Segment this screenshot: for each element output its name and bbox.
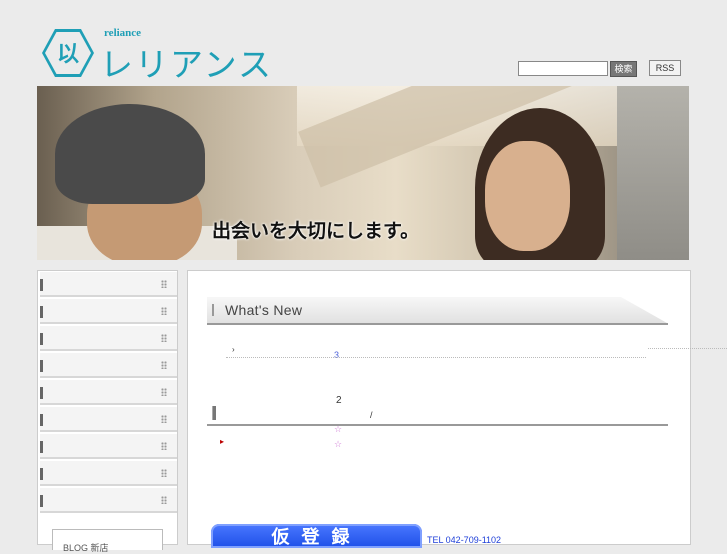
sidebar-item[interactable]: [40, 461, 177, 486]
hero-banner: 出会いを大切にします。: [37, 86, 689, 260]
logo-glyph: 以: [56, 41, 79, 67]
header-bar-icon: [212, 304, 214, 316]
sidebar-bar-icon: [40, 279, 43, 291]
grip-dots-icon: [161, 280, 167, 288]
sidebar-bar-icon: [40, 495, 43, 507]
search-input[interactable]: [518, 61, 608, 76]
sidebar-bar-icon: [40, 306, 43, 318]
whats-new-title: What's New: [225, 302, 303, 318]
logo-kana: レリアンス: [100, 45, 274, 84]
main-content: What's New › 3 2 / ▸ ☆ ☆ 仮登録 TEL 042-709…: [187, 270, 691, 548]
grip-dots-icon: [161, 496, 167, 504]
grip-dots-icon: [161, 334, 167, 342]
sidebar-bar-icon: [40, 360, 43, 372]
search-button[interactable]: 検索: [610, 61, 637, 77]
sidebar-bar-icon: [40, 387, 43, 399]
news-link-number[interactable]: 3: [334, 350, 339, 360]
sidebar-bar-icon: [40, 441, 43, 453]
sidebar-item[interactable]: [40, 272, 177, 297]
grip-dots-icon: [161, 415, 167, 423]
register-button[interactable]: 仮登録: [211, 524, 422, 548]
grip-dots-icon: [161, 388, 167, 396]
star-icon: ☆: [334, 424, 343, 434]
site-logo[interactable]: 以 reliance レリアンス: [42, 27, 271, 84]
rss-button[interactable]: RSS: [649, 60, 681, 76]
divider: [207, 323, 668, 325]
news-number: 2: [336, 395, 342, 406]
grip-dots-icon: [161, 361, 167, 369]
sidebar-bar-icon: [40, 333, 43, 345]
section-bar-icon: [212, 406, 216, 420]
sidebar-bar-icon: [40, 414, 43, 426]
sidebar-item[interactable]: [40, 380, 177, 405]
chevron-right-icon: ›: [232, 345, 235, 354]
phone-number[interactable]: TEL 042-709-1102: [427, 535, 501, 545]
dotted-divider: [226, 357, 646, 358]
sidebar-item[interactable]: [40, 434, 177, 459]
star-icon: ☆: [334, 439, 343, 449]
grip-dots-icon: [161, 442, 167, 450]
sidebar-item[interactable]: [40, 407, 177, 432]
sidebar-item[interactable]: [40, 326, 177, 351]
dotted-divider: [648, 348, 727, 349]
grip-dots-icon: [161, 307, 167, 315]
flag-icon: ▸: [220, 437, 225, 446]
blog-link-label: BLOG 新店: [63, 543, 109, 553]
sidebar-item[interactable]: [40, 299, 177, 324]
sidebar-item[interactable]: [40, 353, 177, 378]
divider: [207, 424, 668, 426]
news-slash: /: [370, 410, 373, 420]
sidebar-bar-icon: [40, 468, 43, 480]
blog-link-box[interactable]: BLOG 新店: [52, 529, 163, 553]
grip-dots-icon: [161, 469, 167, 477]
hat-image: [55, 104, 205, 204]
sidebar-nav: BLOG 新店: [37, 270, 178, 553]
hero-caption: 出会いを大切にします。: [212, 220, 420, 242]
sidebar-item[interactable]: [40, 488, 177, 513]
